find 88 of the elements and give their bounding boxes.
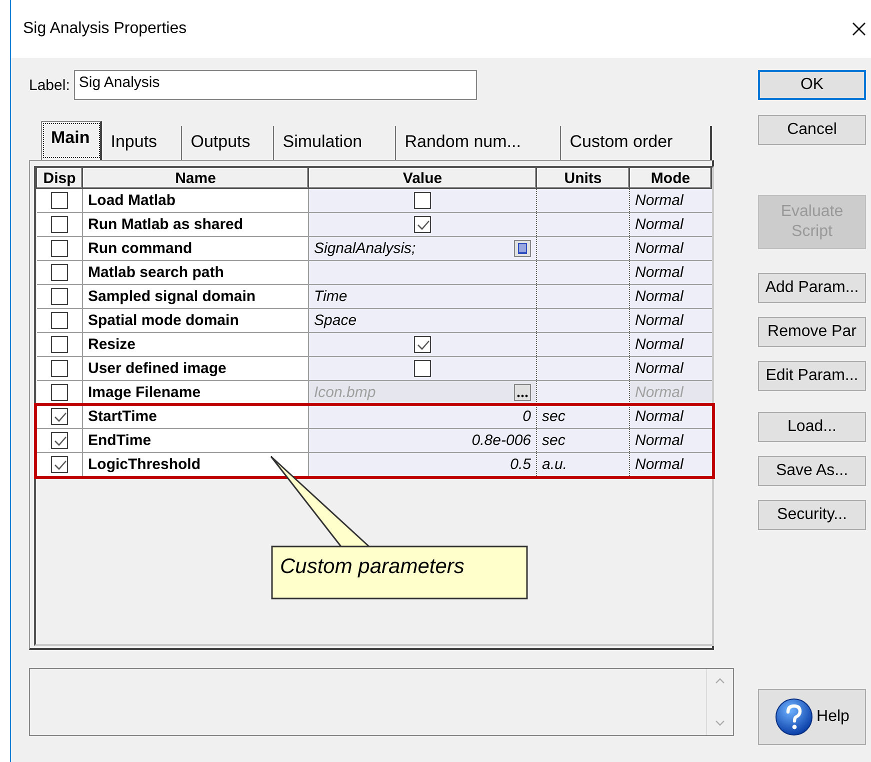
checkbox[interactable] [50, 312, 68, 330]
side-button[interactable]: Load... [758, 412, 866, 442]
parameter-mode: Normal [635, 384, 684, 401]
parameter-name: Run Matlab as shared [82, 212, 308, 236]
window-title: Sig Analysis Properties [23, 20, 187, 38]
parameter-row[interactable]: Run command SignalAnalysis; Normal [36, 236, 712, 260]
parameter-mode: Normal [635, 288, 684, 305]
side-button[interactable]: Security... [758, 500, 866, 530]
parameter-units: sec [542, 432, 566, 449]
column-header: Disp [36, 168, 82, 188]
side-button[interactable]: Edit Param... [758, 361, 866, 391]
checkbox[interactable] [50, 288, 68, 306]
dialog-button[interactable]: OK [758, 70, 866, 100]
checkbox[interactable] [414, 192, 431, 209]
parameter-name: EndTime [82, 428, 308, 452]
checkbox[interactable] [50, 192, 68, 210]
parameter-value[interactable]: Space [314, 312, 357, 329]
parameter-name: Load Matlab [82, 188, 308, 212]
side-button[interactable]: Save As... [758, 456, 866, 486]
column-header: Mode [630, 168, 712, 188]
parameter-units: a.u. [542, 456, 568, 473]
parameter-name: Sampled signal domain [82, 284, 308, 308]
parameter-mode: Normal [635, 408, 684, 425]
help-icon [774, 698, 813, 736]
parameter-name: Run command [82, 236, 308, 260]
parameter-row[interactable]: StartTime 0 sec Normal [36, 404, 712, 428]
parameter-value[interactable]: 0.8e-006 [472, 432, 531, 449]
parameter-mode: Normal [635, 312, 684, 329]
tab[interactable]: Random num... [396, 126, 561, 160]
checkbox[interactable] [414, 336, 431, 353]
parameter-name: Spatial mode domain [82, 308, 308, 332]
parameter-row[interactable]: Resize Normal [36, 332, 712, 356]
parameter-row[interactable]: Spatial mode domain Space Normal [36, 308, 712, 332]
parameter-value[interactable]: 0.5 [510, 456, 531, 473]
side-button[interactable]: Remove Par [758, 317, 866, 347]
scroll-down-icon [715, 719, 725, 727]
parameter-mode: Normal [635, 360, 684, 377]
column-header: Name [82, 168, 308, 188]
tab[interactable]: Outputs [182, 126, 274, 160]
column-header: Units [536, 168, 630, 188]
parameter-units: sec [542, 408, 566, 425]
close-icon[interactable] [851, 21, 867, 37]
tab[interactable]: Main [41, 121, 102, 160]
checkbox[interactable] [50, 240, 68, 258]
parameter-row[interactable]: Run Matlab as shared Normal [36, 212, 712, 236]
field-label: Label: [29, 76, 70, 94]
checkbox[interactable] [414, 216, 431, 233]
tab[interactable]: Inputs [102, 126, 182, 160]
checkbox[interactable] [50, 456, 68, 474]
parameter-row[interactable]: Sampled signal domain Time Normal [36, 284, 712, 308]
parameter-row[interactable]: LogicThreshold 0.5 a.u. Normal [36, 452, 712, 476]
tab[interactable]: Simulation [274, 126, 396, 160]
side-button[interactable]: Add Param... [758, 273, 866, 303]
column-header: Value [308, 168, 536, 188]
parameter-name: Image Filename [82, 380, 308, 404]
list-icon[interactable] [514, 240, 531, 257]
checkbox[interactable] [50, 432, 68, 450]
parameter-name: LogicThreshold [82, 452, 308, 476]
parameter-mode: Normal [635, 432, 684, 449]
tab[interactable]: Custom order [560, 126, 712, 160]
message-box[interactable] [29, 668, 734, 736]
dialog-button[interactable]: Cancel [758, 115, 866, 145]
parameter-mode: Normal [635, 216, 684, 233]
parameter-mode: Normal [635, 240, 684, 257]
parameter-name: Matlab search path [82, 260, 308, 284]
label-field[interactable]: Sig Analysis [74, 70, 477, 100]
checkbox[interactable] [414, 360, 431, 377]
parameter-name: User defined image [82, 356, 308, 380]
parameter-value[interactable]: 0 [522, 408, 531, 425]
checkbox[interactable] [50, 360, 68, 378]
parameter-mode: Normal [635, 336, 684, 353]
scroll-up-icon [715, 677, 725, 685]
checkbox[interactable] [50, 216, 68, 234]
parameter-mode: Normal [635, 456, 684, 473]
callout-text: Custom parameters [280, 555, 464, 579]
parameter-mode: Normal [635, 192, 684, 209]
parameter-name: StartTime [82, 404, 308, 428]
parameter-value[interactable]: Time [314, 288, 348, 305]
parameter-row[interactable]: Matlab search path Normal [36, 260, 712, 284]
parameter-row[interactable]: Load Matlab Normal [36, 188, 712, 212]
help-button[interactable]: Help [758, 689, 866, 745]
checkbox[interactable] [50, 264, 68, 282]
parameter-name: Resize [82, 332, 308, 356]
checkbox[interactable] [50, 408, 68, 426]
parameter-row[interactable]: User defined image Normal [36, 356, 712, 380]
parameter-mode: Normal [635, 264, 684, 281]
parameter-row[interactable]: EndTime 0.8e-006 sec Normal [36, 428, 712, 452]
checkbox[interactable] [50, 336, 68, 354]
